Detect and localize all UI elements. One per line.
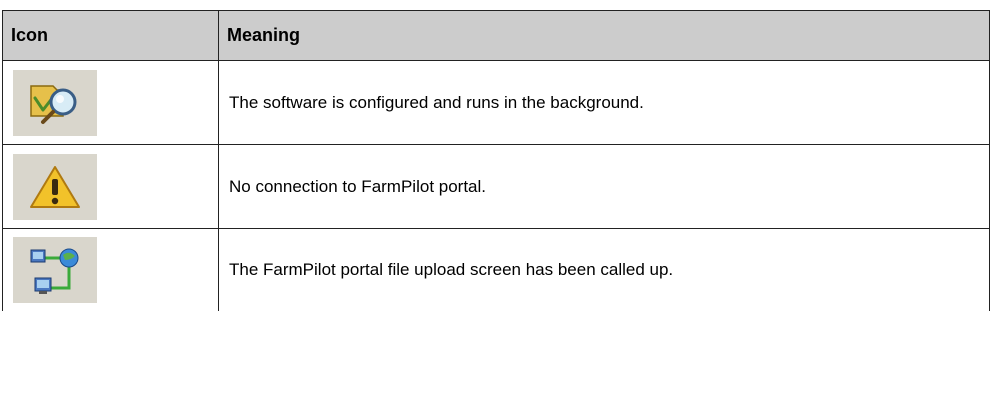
icon-cell [2, 228, 219, 311]
meaning-cell: The software is configured and runs in t… [218, 60, 990, 145]
table-row: The FarmPilot portal file upload screen … [2, 228, 990, 311]
icon-cell [2, 60, 219, 145]
header-icon: Icon [2, 10, 219, 61]
header-meaning: Meaning [218, 10, 990, 61]
table-header-row: Icon Meaning [2, 10, 990, 61]
network-upload-icon [13, 237, 97, 303]
meaning-cell: No connection to FarmPilot portal. [218, 144, 990, 229]
warning-icon [13, 153, 97, 220]
configured-background-icon [13, 69, 97, 136]
meaning-cell: The FarmPilot portal file upload screen … [218, 228, 990, 311]
table-row: The software is configured and runs in t… [2, 60, 990, 145]
table-row: No connection to FarmPilot portal. [2, 144, 990, 229]
icon-cell [2, 144, 219, 229]
icon-meaning-table: Icon Meaning The software is configured … [2, 10, 990, 311]
